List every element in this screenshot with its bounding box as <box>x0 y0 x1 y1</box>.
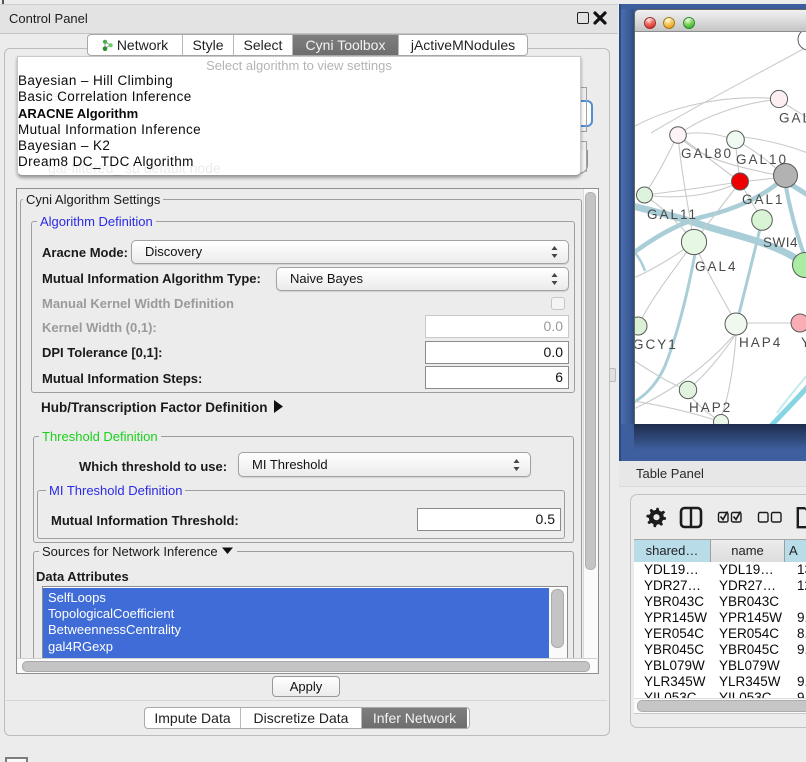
svg-text:HAP4: HAP4 <box>739 335 782 350</box>
svg-text:Y: Y <box>801 335 806 350</box>
svg-text:GAL: GAL <box>779 111 806 126</box>
svg-text:GAL80: GAL80 <box>681 146 733 161</box>
svg-text:HAP2: HAP2 <box>689 400 732 415</box>
svg-text:SWI4: SWI4 <box>763 235 798 250</box>
svg-text:GAL4: GAL4 <box>695 259 738 274</box>
svg-text:GAL10: GAL10 <box>736 152 788 167</box>
svg-text:GAL11: GAL11 <box>647 207 698 222</box>
svg-text:GCY1: GCY1 <box>635 337 678 352</box>
svg-text:GAL1: GAL1 <box>742 192 785 207</box>
